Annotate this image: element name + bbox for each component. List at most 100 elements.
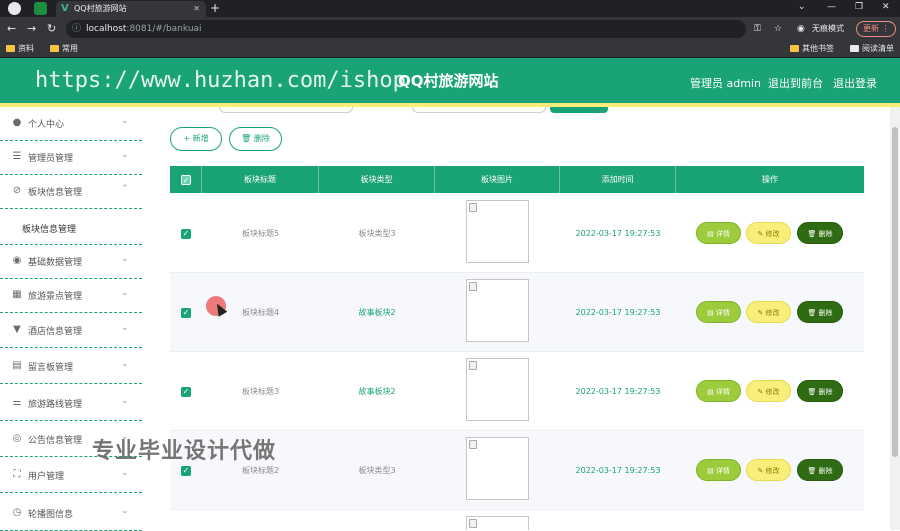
site-title: QQ村旅游网站 [398, 72, 499, 90]
edit-button[interactable]: ✎ 修改 [746, 380, 791, 402]
new-tab-button[interactable]: + [210, 0, 220, 16]
detail-label: 详情 [715, 309, 730, 317]
chevron-down-icon: ⌄ [121, 323, 129, 333]
row-checkbox[interactable]: ✓ [181, 466, 191, 476]
edit-button[interactable]: ✎ 修改 [746, 301, 791, 323]
block-icon: ⊘ [12, 185, 22, 196]
update-button[interactable]: 更新 ⋮ [856, 21, 896, 37]
reading-list[interactable]: 阅读清单 [850, 41, 894, 57]
sidebar-item-admin[interactable]: ☰ 管理员管理 ⌄ [0, 141, 142, 175]
close-tab-icon[interactable]: ✕ [193, 1, 200, 17]
site-info-icon[interactable]: ⓘ [72, 20, 81, 38]
sidebar-item-label: 轮播图信息 [28, 510, 74, 520]
list-icon: ☰ [12, 151, 22, 162]
scrollbar-thumb[interactable] [892, 127, 898, 457]
search-field-title[interactable] [219, 107, 353, 113]
sidebar-item-label: 基础数据管理 [28, 258, 83, 268]
batch-delete-button[interactable]: 🗑 删除 [229, 127, 282, 151]
cell-time: 2022-03-17 19:27:53 [575, 466, 661, 475]
tab-search-icon[interactable]: ⌄ [798, 0, 806, 14]
pinned-tab-icon[interactable] [34, 2, 47, 15]
sidebar-item-message-board[interactable]: ▤ 留言板管理 ⌄ [0, 350, 142, 384]
sidebar-item-personal-center[interactable]: ● 个人中心 ⌄ [0, 107, 142, 141]
table-row: ✓ 板块标题5 板块类型3 2022-03-17 19:27:53 ▤ 详情 ✎… [170, 194, 864, 273]
detail-button[interactable]: ▤ 详情 [696, 222, 741, 244]
incognito-icon[interactable]: ◉ [797, 21, 805, 37]
sidebar-item-block-info[interactable]: ⊘ 板块信息管理 ⌃ [0, 175, 142, 209]
print-icon: ▤ [12, 360, 22, 371]
edit-label: 修改 [765, 230, 780, 238]
sidebar-item-hotel[interactable]: ▼ 酒店信息管理 ⌄ [0, 314, 142, 348]
table-row: ✓ 板块标题3 故事板块2 2022-03-17 19:27:53 ▤ 详情 ✎… [170, 352, 864, 431]
cell-type: 板块类型3 [358, 229, 396, 238]
search-field-type[interactable] [412, 107, 546, 113]
page-scrollbar[interactable] [890, 107, 900, 530]
cell-type: 板块类型3 [358, 466, 396, 475]
edit-button[interactable]: ✎ 修改 [746, 222, 791, 244]
restore-icon[interactable]: ❐ [855, 0, 863, 14]
select-all-column: ✓ [170, 166, 202, 193]
folder-icon [6, 45, 15, 52]
bookmark-folder-other[interactable]: 其他书签 [790, 41, 834, 57]
chevron-up-icon: ⌃ [121, 184, 129, 194]
exit-to-frontend-link[interactable]: 退出到前台 [768, 75, 823, 91]
delete-button[interactable]: 🗑 删除 [797, 459, 843, 481]
search-button[interactable] [550, 107, 608, 113]
url-field[interactable]: ⓘ localhost:8081/#/bankuai [66, 20, 746, 38]
close-window-icon[interactable]: ✕ [882, 0, 890, 14]
folder-icon [790, 45, 799, 52]
admin-label: 管理员 admin [690, 77, 761, 90]
select-all-checkbox[interactable]: ✓ [181, 175, 191, 185]
browser-menu-icon[interactable] [8, 2, 21, 15]
row-checkbox[interactable]: ✓ [181, 308, 191, 318]
sidebar-item-label: 旅游景点管理 [28, 292, 83, 302]
minimize-icon[interactable]: — [827, 0, 836, 14]
detail-button[interactable]: ▤ 详情 [696, 380, 741, 402]
chevron-down-icon: ⌄ [121, 506, 129, 516]
bookmark-star-icon[interactable]: ☆ [774, 21, 782, 37]
logout-link[interactable]: 退出登录 [833, 75, 877, 91]
watermark-url: https://www.huzhan.com/ishop [35, 68, 406, 93]
back-arrow-icon[interactable]: ← [7, 21, 16, 37]
block-image [466, 516, 529, 530]
detail-button[interactable]: ▤ 详情 [696, 459, 741, 481]
frame-icon: ⛶ [13, 469, 21, 480]
edit-button[interactable]: ✎ 修改 [746, 459, 791, 481]
key-icon[interactable]: ⚿ [754, 21, 761, 37]
block-image [466, 437, 529, 500]
add-button[interactable]: + 新增 [170, 127, 222, 151]
grid-icon: ▦ [12, 289, 22, 300]
sidebar-subitem-block-info[interactable]: 板块信息管理 [0, 209, 142, 245]
bookmark-folder-changyong[interactable]: 常用 [50, 41, 78, 57]
reload-icon[interactable]: ↻ [47, 21, 56, 37]
sidebar-item-attractions[interactable]: ▦ 旅游景点管理 ⌄ [0, 279, 142, 313]
sidebar-item-label: 用户管理 [28, 472, 65, 482]
app-header: QQ村旅游网站 https://www.huzhan.com/ishop 管理员… [0, 58, 900, 107]
sidebar-item-carousel[interactable]: ◷ 轮播图信息 ⌄ [0, 497, 142, 531]
bookmark-folder-ziliao[interactable]: 资料 [6, 41, 34, 57]
row-checkbox[interactable]: ✓ [181, 229, 191, 239]
delete-label: 删除 [818, 309, 833, 317]
sidebar-item-label: 板块信息管理 [28, 188, 83, 198]
forward-arrow-icon[interactable]: → [27, 21, 36, 37]
sidebar-item-label: 旅游路线管理 [28, 400, 83, 410]
main-content: + 新增 🗑 删除 ✓ 板块标题 板块类型 板块图片 添加时间 操作 ✓ 板块标… [142, 107, 890, 530]
column-header: 添加时间 [560, 166, 676, 193]
block-image [466, 279, 529, 342]
table-row [170, 510, 864, 530]
row-checkbox[interactable]: ✓ [181, 387, 191, 397]
edit-label: 修改 [765, 309, 780, 317]
delete-button[interactable]: 🗑 删除 [797, 380, 843, 402]
sidebar-item-base-data[interactable]: ◉ 基础数据管理 ⌄ [0, 245, 142, 279]
delete-button[interactable]: 🗑 删除 [797, 222, 843, 244]
update-label: 更新 [863, 24, 879, 33]
active-tab[interactable]: V QQ村旅游网站 ✕ [56, 1, 206, 17]
column-header: 板块图片 [435, 166, 560, 193]
detail-button[interactable]: ▤ 详情 [696, 301, 741, 323]
sidebar-item-routes[interactable]: ⚌ 旅游路线管理 ⌄ [0, 387, 142, 421]
chevron-down-icon: ⌄ [121, 359, 129, 369]
delete-button[interactable]: 🗑 删除 [797, 301, 843, 323]
add-button-label: 新增 [192, 134, 209, 143]
column-header: 板块类型 [319, 166, 435, 193]
bookmark-label: 阅读清单 [862, 44, 894, 53]
